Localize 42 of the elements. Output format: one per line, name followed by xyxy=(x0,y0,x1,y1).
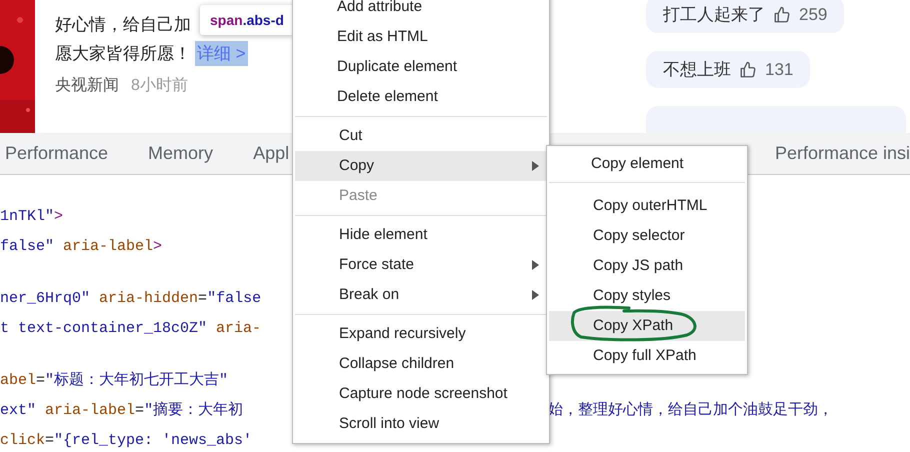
menu-item[interactable]: Force state xyxy=(295,250,547,280)
menu-item[interactable]: Copy styles xyxy=(549,281,745,311)
thumbs-up-icon xyxy=(773,6,791,24)
article-text: 愿大家皆得所愿！ xyxy=(55,42,191,65)
devtools-tab[interactable]: Performance insi xyxy=(775,133,910,174)
menu-item[interactable]: Break on xyxy=(295,280,547,310)
submenu-arrow-icon xyxy=(532,290,539,300)
code-line: click="{rel_type: 'news_abs' xyxy=(0,432,252,449)
code-line: ext" aria-label="摘要：大年初 xyxy=(0,402,244,419)
devtools-tab[interactable]: Appl xyxy=(248,133,294,174)
menu-item[interactable]: Expand recursively xyxy=(295,319,547,349)
menu-item[interactable]: Duplicate element xyxy=(293,52,549,82)
menu-item[interactable]: Copy outerHTML xyxy=(549,191,745,221)
submenu-arrow-icon xyxy=(532,161,539,171)
devtools-tab[interactable]: Memory xyxy=(143,133,218,174)
article-text: 好心情，给自己加 xyxy=(55,14,191,36)
code-line: abel="标题：大年初七开工大吉" xyxy=(0,372,228,389)
menu-item[interactable]: Edit as HTML xyxy=(293,22,549,52)
code-line: 1nTKl"> xyxy=(0,208,64,225)
menu-item[interactable]: Copy full XPath xyxy=(549,341,745,371)
menu-item[interactable]: Copy JS path xyxy=(549,251,745,281)
menu-item[interactable]: Hide element xyxy=(295,220,547,250)
menu-item[interactable]: Copy xyxy=(295,151,547,181)
element-tooltip: span.abs-d xyxy=(200,5,294,35)
code-line: ner_6Hrq0" aria-hidden="false xyxy=(0,290,262,307)
menu-item[interactable]: Delete element xyxy=(293,82,549,112)
news-source: 央视新闻 xyxy=(55,76,119,96)
menu-item[interactable]: Copy element xyxy=(547,149,747,179)
comment-bubble[interactable]: 不想上班 131 xyxy=(646,51,810,88)
menu-item[interactable]: Copy selector xyxy=(549,221,745,251)
menu-item[interactable]: Cut xyxy=(295,121,547,151)
comment-bubble[interactable]: 打工人起来了 259 xyxy=(646,0,844,34)
post-time: 8小时前 xyxy=(131,76,188,96)
menu-item[interactable]: Collapse children xyxy=(295,349,547,379)
code-line: false" aria-label> xyxy=(0,238,162,255)
code-line: t text-container_18c0Z" aria- xyxy=(0,320,262,337)
menu-item[interactable]: Scroll into view xyxy=(295,409,547,439)
menu-item[interactable]: Capture node screenshot xyxy=(295,379,547,409)
thumbs-up-icon xyxy=(739,60,757,79)
devtools-tab[interactable]: Performance xyxy=(0,133,114,174)
menu-item[interactable]: Add attribute xyxy=(293,0,549,22)
submenu-arrow-icon xyxy=(532,260,539,270)
